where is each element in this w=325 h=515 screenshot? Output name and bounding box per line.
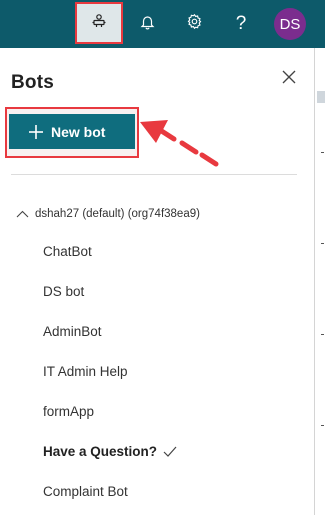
org-group-header[interactable]: dshah27 (default) (org74f38ea9) (16, 208, 200, 220)
help-button[interactable]: ? (223, 0, 259, 48)
bot-item-have-a-question[interactable]: Have a Question? (43, 444, 157, 459)
avatar[interactable]: DS (274, 8, 306, 40)
chevron-up-icon (16, 210, 29, 218)
org-label: dshah27 (default) (org74f38ea9) (35, 208, 200, 220)
background-tick (321, 152, 324, 153)
bots-button[interactable] (75, 2, 123, 44)
panel-title: Bots (11, 72, 55, 93)
bot-item-complaint-bot[interactable]: Complaint Bot (43, 484, 128, 499)
gear-icon (186, 13, 203, 35)
help-icon: ? (235, 13, 247, 34)
top-header-bar: ? DS (0, 0, 325, 48)
background-tick (321, 243, 324, 244)
background-bar (317, 91, 325, 103)
bot-item-chatbot[interactable]: ChatBot (43, 244, 92, 259)
close-icon (282, 70, 296, 89)
new-bot-label: New bot (51, 123, 106, 140)
background-tick (321, 425, 324, 426)
checkmark-icon (163, 446, 177, 457)
notifications-button[interactable] (129, 0, 165, 48)
bot-icon (91, 13, 107, 34)
close-panel-button[interactable] (279, 69, 299, 89)
annotation-arrow-icon (140, 118, 222, 175)
new-bot-button[interactable]: New bot (9, 114, 135, 149)
background-tick (321, 334, 324, 335)
bot-item-ds-bot[interactable]: DS bot (43, 284, 84, 299)
bot-item-formapp[interactable]: formApp (43, 404, 94, 419)
bot-item-adminbot[interactable]: AdminBot (43, 324, 102, 339)
bell-icon (140, 14, 155, 35)
background-page-edge (316, 48, 325, 515)
bot-item-label: Have a Question? (43, 444, 158, 459)
app-root: ? DS Bots New bot dshah27 (default) (org… (0, 0, 325, 515)
settings-button[interactable] (176, 0, 212, 48)
plus-icon (29, 124, 43, 139)
bot-item-it-admin-help[interactable]: IT Admin Help (43, 364, 128, 379)
